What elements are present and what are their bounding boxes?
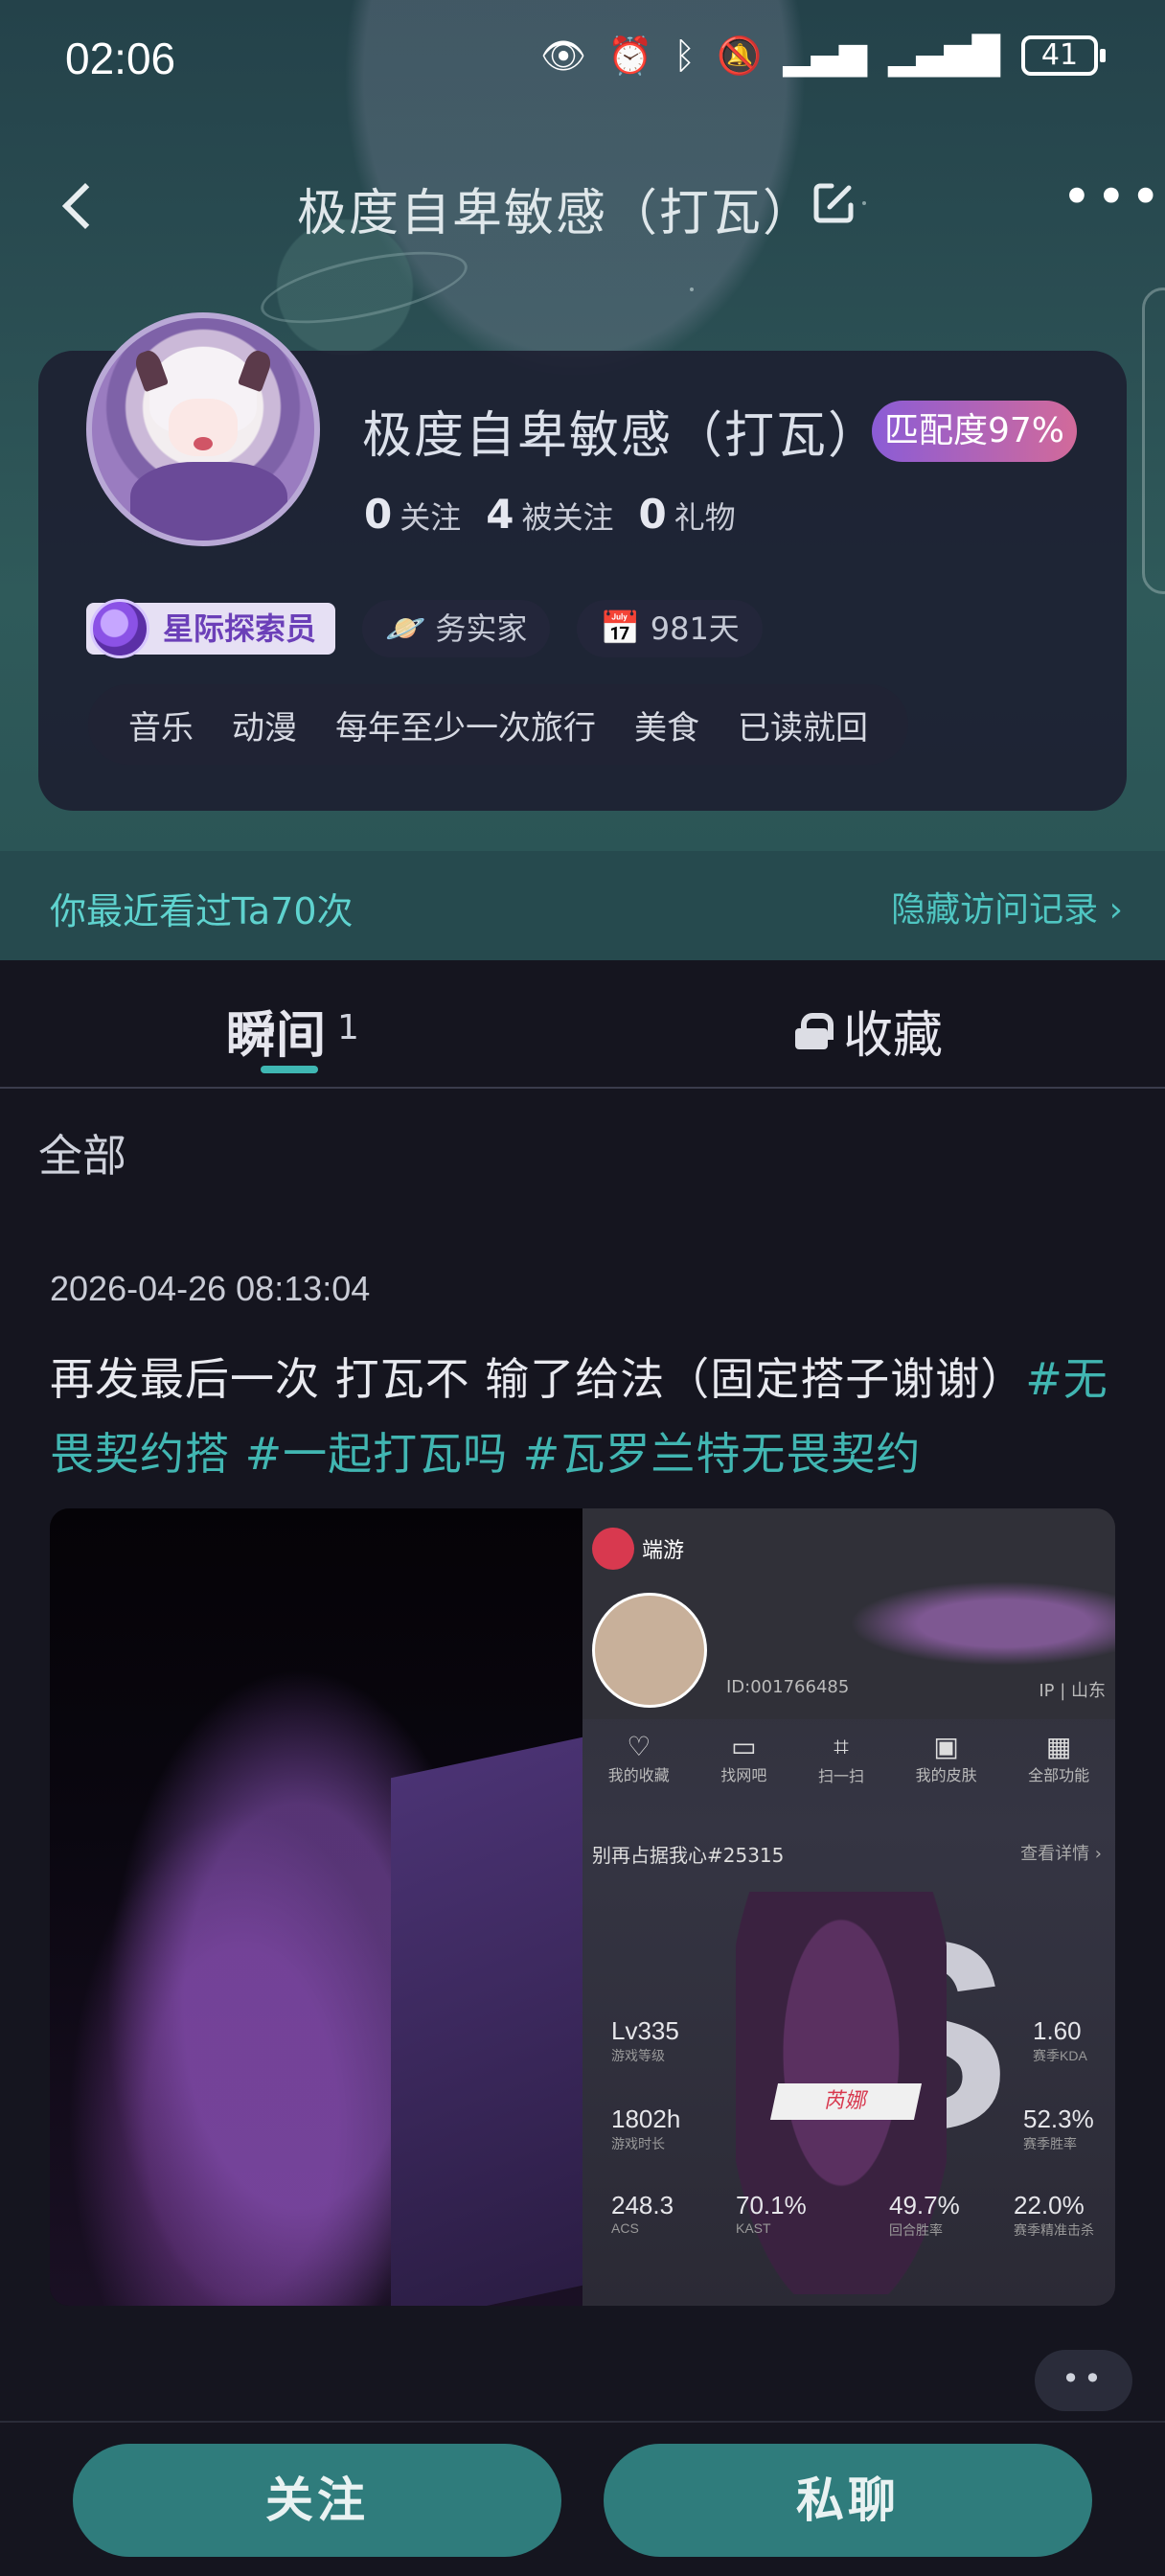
stat-gifts[interactable]: 0 礼物 — [639, 491, 736, 538]
post-timestamp: 2026-04-26 08:13:04 — [50, 1269, 371, 1308]
screenshot-avatar — [592, 1593, 707, 1708]
active-tab-indicator — [261, 1066, 318, 1073]
battery-indicator: 41 — [1021, 35, 1106, 76]
more-options-button[interactable]: ••• — [1062, 172, 1165, 223]
nav-bar: 极度自卑敏感（打瓦） ••• — [0, 163, 1165, 249]
screenshot-menu-item: ▭ 找网吧 — [720, 1731, 767, 1784]
screenshot-menu-item: ♡ 我的收藏 — [607, 1731, 670, 1784]
profile-name: 极度自卑敏感（打瓦） — [362, 407, 880, 465]
screenshot-stat: 248.3 ACS — [611, 2191, 674, 2236]
interest-tag: 动漫 — [232, 708, 297, 748]
screenshot-stat: 22.0% 赛季精准击杀 — [1014, 2191, 1094, 2238]
screenshot-stat: 49.7% 回合胜率 — [889, 2191, 960, 2238]
screenshot-stat: 70.1% KAST — [736, 2191, 807, 2236]
screenshot-menu: ♡ 我的收藏 ▭ 找网吧 ⌗ 扫一扫 ▣ 我的皮肤 ▦ 全部功能 — [582, 1731, 1115, 1786]
status-time: 02:06 — [65, 34, 176, 83]
bottom-action-bar: 关注 私聊 — [0, 2421, 1165, 2576]
visit-count-text: 你最近看过Ta70次 — [50, 890, 354, 932]
screenshot-menu-item: ⌗ 扫一扫 — [817, 1731, 864, 1785]
match-badge: 匹配度97% — [872, 401, 1077, 462]
back-button[interactable] — [52, 176, 109, 234]
calendar-icon: 📅 — [600, 610, 641, 648]
profile-card: 极度自卑敏感（打瓦） 匹配度97% 0 关注 4 被关注 0 礼物 星际探索员 🪐 务… — [38, 312, 1127, 811]
agent-name: 芮娜 — [769, 2083, 923, 2120]
hide-visit-record-link[interactable]: 隐藏访问记录 › — [891, 882, 1123, 932]
moments-count: 1 — [337, 1008, 359, 1047]
lock-icon — [795, 1012, 834, 1049]
role-badge[interactable]: 星际探索员 — [86, 599, 336, 658]
interest-tag: 音乐 — [128, 708, 194, 748]
stat-following[interactable]: 0 关注 — [364, 491, 461, 538]
valorant-logo-icon — [592, 1528, 634, 1570]
stat-followers[interactable]: 4 被关注 — [486, 491, 613, 538]
follow-button[interactable]: 关注 — [73, 2444, 561, 2557]
visit-record-strip: 你最近看过Ta70次 隐藏访问记录 › — [0, 851, 1165, 960]
more-fab-button[interactable]: •• — [1035, 2350, 1132, 2411]
edge-handle[interactable] — [1142, 288, 1165, 594]
filter-all[interactable]: 全部 — [38, 1121, 126, 1184]
page-title: 极度自卑敏感（打瓦） — [297, 185, 815, 242]
post-image[interactable]: 端游 ID:001766485 IP | 山东 ♡ 我的收藏 ▭ 找网吧 ⌗ 扫一扫 … — [50, 1508, 1115, 2306]
interest-tags: 音乐 动漫 每年至少一次旅行 美食 已读就回 — [88, 684, 908, 765]
screenshot-ip: IP | 山东 — [1039, 1681, 1106, 1701]
profile-tags: 星际探索员 🪐 务实家 📅 981天 — [86, 599, 763, 658]
trait-pill: 🪐 务实家 — [362, 600, 551, 657]
status-bar: 02:06 👁 ⏰ ᛒ 🔕 ▂▄▆ ▂▄▆█ 41 — [0, 0, 1165, 115]
hashtag-link[interactable]: #一起打瓦吗 — [245, 1428, 509, 1480]
screenshot-stat: Lv335 游戏等级 — [611, 2016, 679, 2063]
interest-tag: 已读就回 — [738, 708, 868, 748]
screenshot-menu-item: ▣ 我的皮肤 — [915, 1731, 977, 1784]
planet-outline-icon: 🪐 — [385, 610, 426, 648]
private-chat-button[interactable]: 私聊 — [604, 2444, 1092, 2557]
bluetooth-icon: ᛒ — [674, 34, 697, 77]
screenshot-id: ID:001766485 — [726, 1677, 850, 1697]
photo-card-prop — [391, 1736, 582, 2306]
screenshot-app-name: 端游 — [642, 1539, 685, 1563]
tab-moments[interactable]: 瞬间 — [226, 995, 326, 1067]
signal-icon: ▂▄▆█ — [888, 34, 1000, 77]
game-profile-screenshot: 端游 ID:001766485 IP | 山东 ♡ 我的收藏 ▭ 找网吧 ⌗ 扫一扫 … — [582, 1508, 1115, 2306]
days-pill: 📅 981天 — [577, 600, 763, 657]
status-icons: 👁 ⏰ ᛒ 🔕 ▂▄▆ ▂▄▆█ 41 — [539, 33, 1106, 79]
post-text[interactable]: 再发最后一次 打瓦不 输了给法（固定搭子谢谢）#无畏契约搭 #一起打瓦吗 #瓦罗… — [50, 1342, 1132, 1491]
planet-icon — [90, 599, 149, 658]
mute-icon: 🔕 — [717, 34, 763, 77]
signal-icon: ▂▄▆ — [783, 34, 868, 77]
avatar[interactable] — [86, 312, 320, 546]
star-decoration — [690, 288, 694, 291]
screenshot-menu-item: ▦ 全部功能 — [1028, 1731, 1090, 1784]
eye-icon: 👁 — [539, 34, 586, 77]
screenshot-stat: 1802h 游戏时长 — [611, 2104, 681, 2151]
interest-tag: 美食 — [634, 708, 699, 748]
screenshot-banner: 别再占据我心#25315 — [592, 1844, 785, 1867]
interest-tag: 每年至少一次旅行 — [335, 708, 596, 748]
edit-icon[interactable] — [811, 178, 858, 226]
hashtag-link[interactable]: #瓦罗兰特无畏契约 — [523, 1428, 922, 1480]
screenshot-stat: 52.3% 赛季胜率 — [1023, 2104, 1094, 2151]
content-tabs: 瞬间 1 收藏 — [0, 960, 1165, 1089]
screenshot-details-link: 查看详情 › — [1020, 1844, 1102, 1864]
planet-decoration — [255, 237, 473, 338]
profile-stats: 0 关注 4 被关注 0 礼物 — [364, 491, 736, 538]
alarm-icon: ⏰ — [606, 34, 653, 77]
tab-favorites[interactable]: 收藏 — [795, 995, 943, 1067]
screenshot-stat: 1.60 赛季KDA — [1033, 2016, 1087, 2063]
